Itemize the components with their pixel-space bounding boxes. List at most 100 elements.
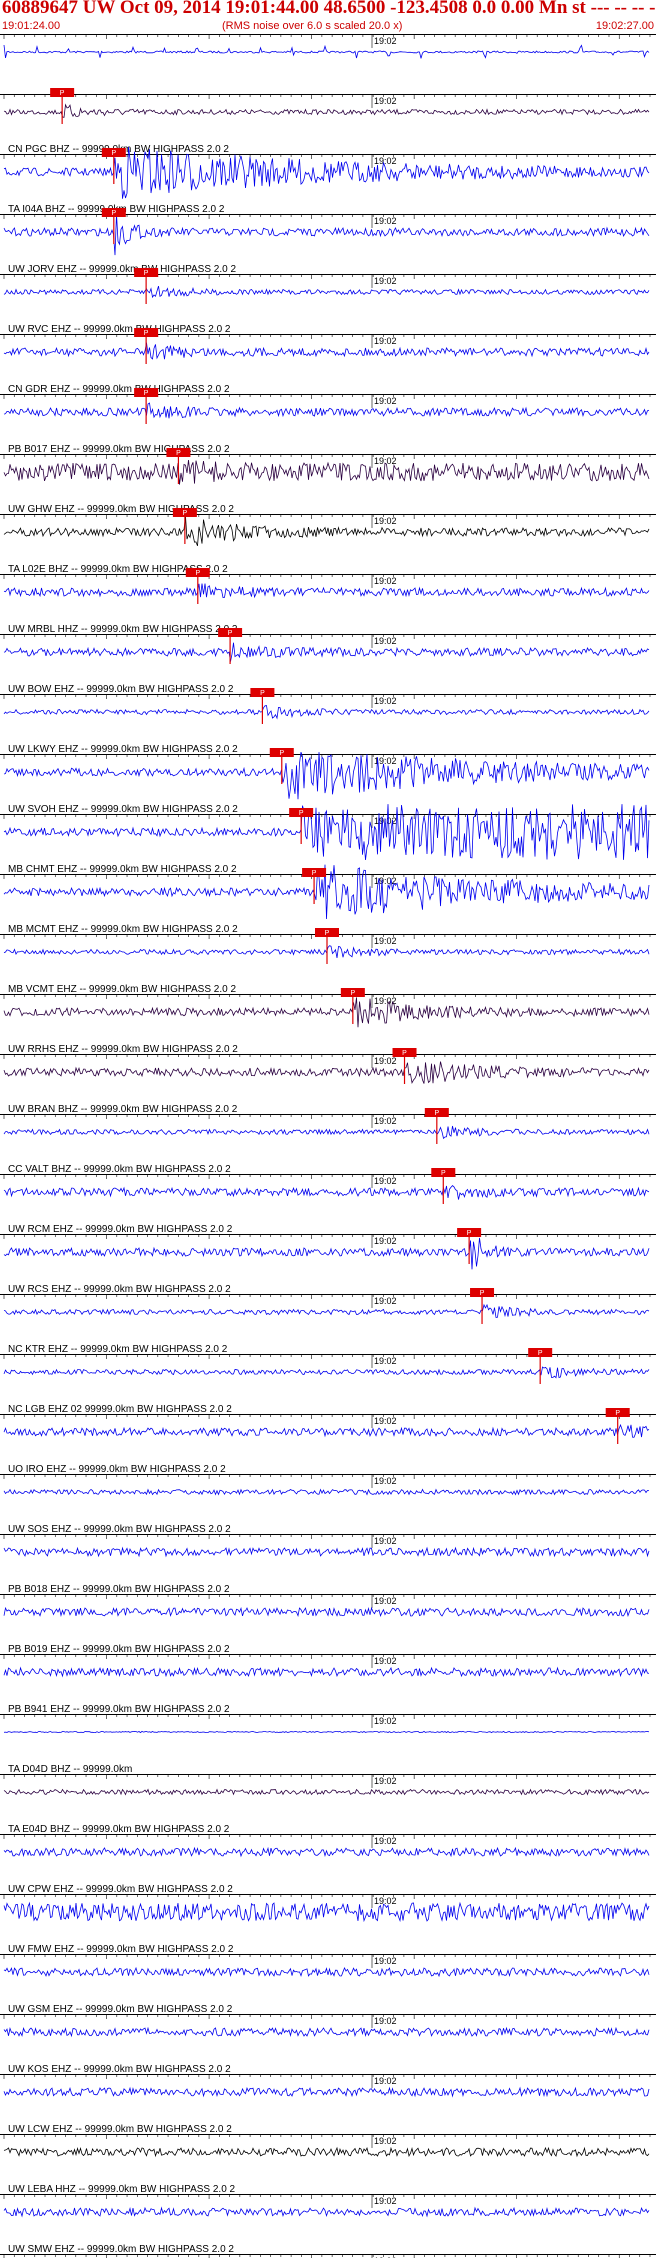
waveform bbox=[3, 1730, 650, 1734]
minute-label: 19:02 bbox=[374, 1656, 397, 1666]
station-label: UW FMW EHZ -- 99999.0km BW HIGHPASS 2.0 … bbox=[8, 1944, 234, 1955]
minute-label: 19:02 bbox=[374, 96, 397, 106]
station-label: UW KOS EHZ -- 99999.0km BW HIGHPASS 2.0 … bbox=[8, 2064, 231, 2075]
trace-row: 19:02 UW SOS EHZ -- 99999.0km BW HIGHPASS… bbox=[0, 1474, 656, 1535]
station-label: UW RCS EHZ -- 99999.0km BW HIGHPASS 2.0 … bbox=[8, 1284, 231, 1295]
waveform bbox=[3, 642, 650, 662]
minute-label: 19:02 bbox=[374, 1956, 397, 1966]
waveform bbox=[3, 1185, 650, 1200]
trace-row: 19:02PUW JORV EHZ -- 99999.0km BW HIGHPA… bbox=[0, 208, 656, 275]
plot-header: 60889647 UW Oct 09, 2014 19:01:44.00 48.… bbox=[0, 0, 656, 34]
trace-row: 19:02PPB B017 EHZ -- 99999.0km BW HIGHPA… bbox=[0, 388, 656, 455]
trace-row: 19:02 bbox=[0, 34, 656, 59]
start-time: 19:01:24.00 bbox=[2, 20, 61, 32]
trace-row: 19:02 P UW BOW EHZ -- 99999.0km BW HIGHPAS… bbox=[0, 628, 656, 695]
waveform bbox=[3, 1125, 650, 1140]
minute-label: 19:02 bbox=[374, 1176, 397, 1186]
minute-label: 19:02 bbox=[374, 216, 397, 226]
station-label: TA D04D BHZ -- 99999.0km bbox=[8, 1764, 132, 1775]
minute-label: 19:02 bbox=[374, 576, 397, 586]
trace-row: 19:02 TA D04D BHZ -- 99999.0km bbox=[0, 1714, 656, 1775]
trace-row: 19:02 PB B941 EHZ -- 99999.0km BW HIGHPAS… bbox=[0, 1654, 656, 1715]
waveform bbox=[3, 2086, 650, 2098]
station-label: UW SVOH EHZ -- 99999.0km BW HIGHPASS 2.0… bbox=[8, 804, 238, 815]
waveform bbox=[3, 1237, 650, 1270]
waveform bbox=[3, 402, 650, 419]
waveform bbox=[3, 1366, 650, 1379]
waveform bbox=[3, 751, 650, 800]
station-label: UW CPW EHZ -- 99999.0km BW HIGHPASS 2.0 … bbox=[8, 1884, 233, 1895]
pick-label: P bbox=[228, 630, 233, 637]
trace-row: 19:02 P UO IRO EHZ -- 99999.0km BW HIGHPAS… bbox=[0, 1408, 656, 1475]
trace-row: 19:02 P NC LGB EHZ 02 99999.0km BW HIGHPAS… bbox=[0, 1348, 656, 1415]
waveform bbox=[3, 1488, 650, 1496]
trace-row: 19:02 P UW RCS EHZ -- 99999.0km BW HIGHPAS… bbox=[0, 1228, 656, 1295]
pick-label: P bbox=[538, 1350, 543, 1357]
pick-label: P bbox=[351, 990, 356, 997]
trace-row: 19:02 P UW BRAN BHZ -- 99999.0km BW HIGHPA… bbox=[0, 1048, 656, 1115]
pick-label: P bbox=[402, 1050, 407, 1057]
trace-row: 19:02PCN PGC BHZ -- 99999.0km BW HIGHPAS… bbox=[0, 88, 656, 155]
minute-label: 19:02 bbox=[374, 276, 397, 286]
trace-row: 19:02 P UW RRHS EHZ -- 99999.0km BW HIGHPA… bbox=[0, 988, 656, 1055]
trace-row: 19:02PUW RVC EHZ -- 99999.0km BW HIGHPAS… bbox=[0, 268, 656, 335]
pick-label: P bbox=[144, 330, 149, 337]
trace-row: 19:02 P CC VALT BHZ -- 99999.0km BW HIGHPA… bbox=[0, 1108, 656, 1175]
minute-label: 19:02 bbox=[374, 996, 397, 1006]
waveform bbox=[3, 516, 650, 547]
minute-label: 19:02 bbox=[374, 1716, 397, 1726]
pick-label: P bbox=[279, 750, 284, 757]
waveform bbox=[3, 705, 650, 720]
trace-row: 19:02 TA E04D BHZ -- 99999.0km BW HIGHPAS… bbox=[0, 1774, 656, 1835]
pick-label: P bbox=[615, 1410, 620, 1417]
waveform bbox=[3, 285, 650, 299]
minute-label: 19:02 bbox=[374, 1056, 397, 1066]
minute-label: 19:02 bbox=[374, 1356, 397, 1366]
minute-label: 19:02 bbox=[374, 696, 397, 706]
pick-label: P bbox=[111, 210, 116, 217]
station-label: UW RRHS EHZ -- 99999.0km BW HIGHPASS 2.0… bbox=[8, 1044, 238, 1055]
pick-label: P bbox=[195, 570, 200, 577]
minute-label: 19:02 bbox=[374, 1776, 397, 1786]
station-label: UW SOS EHZ -- 99999.0km BW HIGHPASS 2.0 … bbox=[8, 1524, 231, 1535]
minute-label: 19:02 bbox=[374, 2016, 397, 2026]
station-label: UW SMW EHZ -- 99999.0km BW HIGHPASS 2.0 … bbox=[8, 2244, 234, 2255]
trace-row: 19:02 UW CPW EHZ -- 99999.0km BW HIGHPASS… bbox=[0, 1834, 656, 1895]
minute-label: 19:02 bbox=[374, 1536, 397, 1546]
trace-row: 19:02 P UW LKWY EHZ -- 99999.0km BW HIGHPA… bbox=[0, 688, 656, 755]
station-label: PB B017 EHZ -- 99999.0km BW HIGHPASS 2.0… bbox=[8, 444, 230, 455]
seismogram-panel: 19:0219:02PCN PGC BHZ -- 99999.0km BW HI… bbox=[0, 34, 656, 2263]
station-label: PB B941 EHZ -- 99999.0km BW HIGHPASS 2.0… bbox=[8, 1704, 230, 1715]
waveform bbox=[3, 2026, 650, 2038]
station-label: MB VCMT EHZ -- 99999.0km BW HIGHPASS 2.0… bbox=[8, 984, 236, 995]
minute-label: 19:02 bbox=[374, 1596, 397, 1606]
station-label: NC LGB EHZ 02 99999.0km BW HIGHPASS 2.0 … bbox=[8, 1404, 232, 1415]
minute-label: 19:02 bbox=[374, 1116, 397, 1126]
trace-row: 19:02PUW MRBL HHZ -- 99999.0km BW HIGHPA… bbox=[0, 568, 656, 635]
pick-label: P bbox=[312, 870, 317, 877]
station-label: MB MCMT EHZ -- 99999.0km BW HIGHPASS 2.0… bbox=[8, 924, 238, 935]
pick-label: P bbox=[467, 1230, 472, 1237]
waveform bbox=[3, 1901, 650, 1923]
minute-label: 19:02 bbox=[374, 1416, 397, 1426]
waveform bbox=[3, 583, 650, 599]
trace-row: 19:02PMB CHMT EHZ -- 99999.0km BW HIGHPA… bbox=[0, 804, 656, 875]
seismogram-traces: 19:0219:02PCN PGC BHZ -- 99999.0km BW HI… bbox=[0, 34, 656, 2263]
trace-row: 19:02PTA L02E BHZ -- 99999.0km BW HIGHPA… bbox=[0, 508, 656, 575]
pick-label: P bbox=[176, 450, 181, 457]
trace-row: 19:02PTA I04A BHZ -- 99999.0km BW HIGHPA… bbox=[0, 146, 656, 215]
waveform bbox=[3, 2146, 650, 2158]
trace-row: 19:02 P UW RCM EHZ -- 99999.0km BW HIGHPAS… bbox=[0, 1168, 656, 1235]
waveform bbox=[3, 2206, 650, 2218]
station-label: UW GHW EHZ -- 99999.0km BW HIGHPASS 2.0 … bbox=[8, 504, 234, 515]
pick-label: P bbox=[60, 90, 65, 97]
minute-label: 19:02 bbox=[374, 156, 397, 166]
minute-label: 19:02 bbox=[374, 1896, 397, 1906]
waveform bbox=[3, 213, 650, 256]
trace-row: 19:02PUW SVOH EHZ -- 99999.0km BW HIGHPA… bbox=[0, 748, 656, 815]
minute-label: 19:02 bbox=[374, 2136, 397, 2146]
trace-row: 19:02 P MB MCMT EHZ -- 99999.0km BW HIGHPA… bbox=[0, 864, 656, 935]
waveform bbox=[3, 1788, 650, 1796]
waveform bbox=[3, 1061, 650, 1085]
end-time: 19:02:27.00 bbox=[595, 20, 654, 32]
